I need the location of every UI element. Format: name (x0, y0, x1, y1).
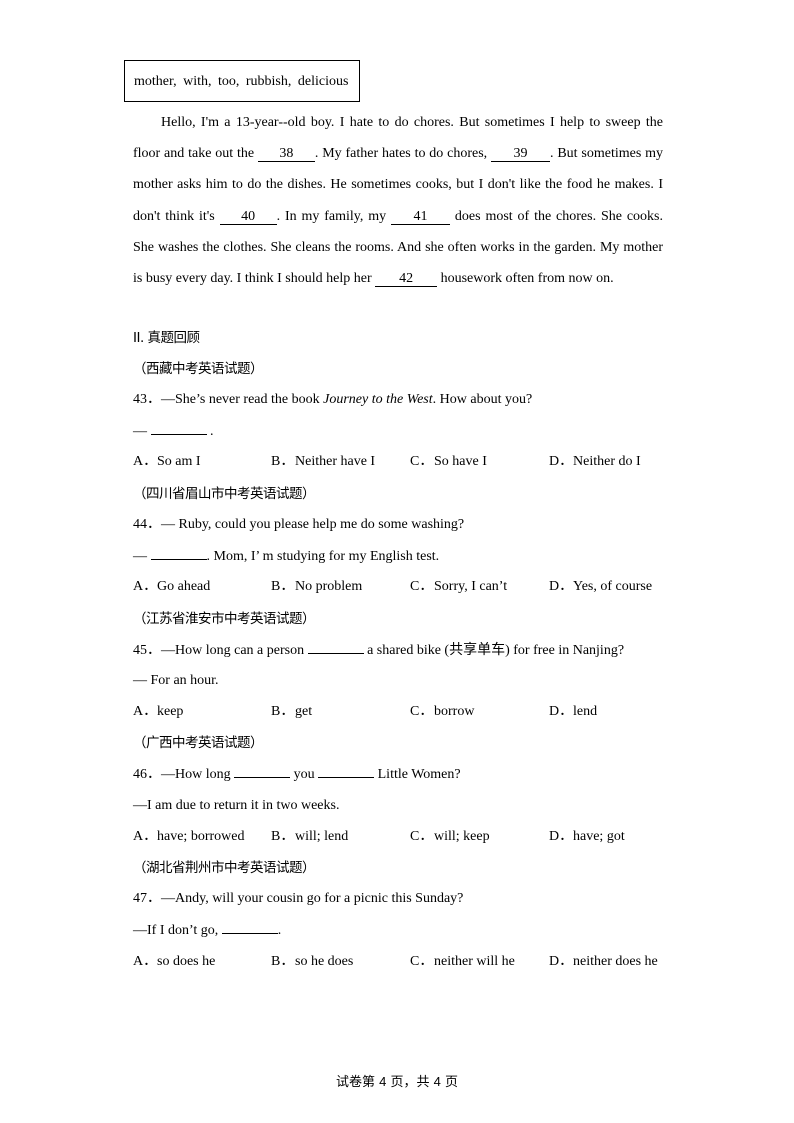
option-b[interactable]: B．will; lend (271, 828, 348, 846)
question-number: 45． (133, 643, 161, 658)
page-footer: 试卷第 4 页，共 4 页 (335, 1074, 458, 1090)
option-c[interactable]: C．borrow (410, 703, 474, 721)
question-46-reply: —I am due to return it in two weeks. (133, 798, 340, 813)
blank-41[interactable]: 41 (391, 209, 451, 225)
question-source: （四川省眉山市中考英语试题） (133, 486, 316, 502)
question-source: （广西中考英语试题） (133, 735, 264, 751)
question-source: （西藏中考英语试题） (133, 361, 264, 377)
book-title: Journey to the West (323, 392, 433, 407)
question-number: 46． (133, 767, 161, 782)
answer-blank[interactable] (221, 921, 278, 934)
question-source: （江苏省淮安市中考英语试题） (133, 611, 316, 627)
option-b[interactable]: B．get (271, 703, 312, 721)
question-46-stem: 46．—How long you Little Women? (133, 765, 461, 782)
question-source: （湖北省荆州市中考英语试题） (133, 860, 316, 876)
question-44-stem: 44．— Ruby, could you please help me do s… (133, 517, 465, 532)
exam-page: mother, with, too, rubbish, delicious He… (0, 0, 794, 1123)
answer-blank[interactable] (150, 422, 207, 435)
question-43-reply: — . (133, 422, 214, 439)
blank-38[interactable]: 38 (257, 146, 315, 163)
option-b[interactable]: B．so he does (271, 953, 353, 971)
option-a[interactable]: A．have; borrowed (133, 828, 244, 846)
option-a[interactable]: A．Go ahead (133, 578, 210, 596)
answer-blank[interactable] (307, 641, 364, 654)
total-pages-number: 4 (433, 1074, 441, 1089)
section-heading: II. 真题回顾 (133, 330, 200, 346)
passage-segment: . In my family, my (276, 208, 392, 224)
answer-blank[interactable] (150, 547, 207, 560)
question-number: 43． (133, 392, 161, 407)
question-47-reply: —If I don’t go, . (133, 921, 282, 938)
question-47-stem: 47．—Andy, will your cousin go for a picn… (133, 891, 464, 906)
option-a[interactable]: A．so does he (133, 953, 215, 971)
word-bank-box: mother, with, too, rubbish, delicious (124, 60, 360, 102)
passage-segment: . My father hates to do chores, (314, 146, 491, 162)
blank-40[interactable]: 40 (219, 209, 277, 225)
option-a[interactable]: A．So am I (133, 453, 201, 471)
option-b[interactable]: B．No problem (271, 578, 362, 596)
question-44-reply: — . Mom, I’ m studying for my English te… (133, 547, 440, 564)
answer-blank[interactable] (234, 765, 291, 778)
option-d[interactable]: D．Neither do I (549, 453, 641, 471)
option-c[interactable]: C．So have I (410, 453, 487, 471)
option-c[interactable]: C．will; keep (410, 828, 490, 846)
question-number: 44． (133, 517, 161, 532)
question-45-stem: 45．—How long can a person a shared bike … (133, 641, 625, 658)
option-b[interactable]: B．Neither have I (271, 453, 375, 471)
option-c[interactable]: C．Sorry, I can’t (410, 578, 507, 596)
option-d[interactable]: D．lend (549, 703, 597, 721)
passage-segment: housework often from now on. (437, 271, 614, 287)
question-number: 47． (133, 891, 161, 906)
answer-blank[interactable] (318, 765, 375, 778)
word-bank-text: mother, with, too, rubbish, delicious (134, 74, 349, 89)
option-c[interactable]: C．neither will he (410, 953, 515, 971)
blank-39[interactable]: 39 (491, 146, 550, 163)
question-43-stem: 43．—She’s never read the book Journey to… (133, 392, 533, 407)
option-d[interactable]: D．have; got (549, 828, 625, 846)
option-d[interactable]: D．neither does he (549, 953, 658, 971)
option-d[interactable]: D．Yes, of course (549, 578, 652, 596)
question-45-reply: — For an hour. (133, 673, 219, 688)
blank-42[interactable]: 42 (375, 271, 438, 288)
cloze-passage: Hello, I'm a 13-year--old boy. I hate to… (133, 107, 663, 294)
option-a[interactable]: A．keep (133, 703, 183, 721)
